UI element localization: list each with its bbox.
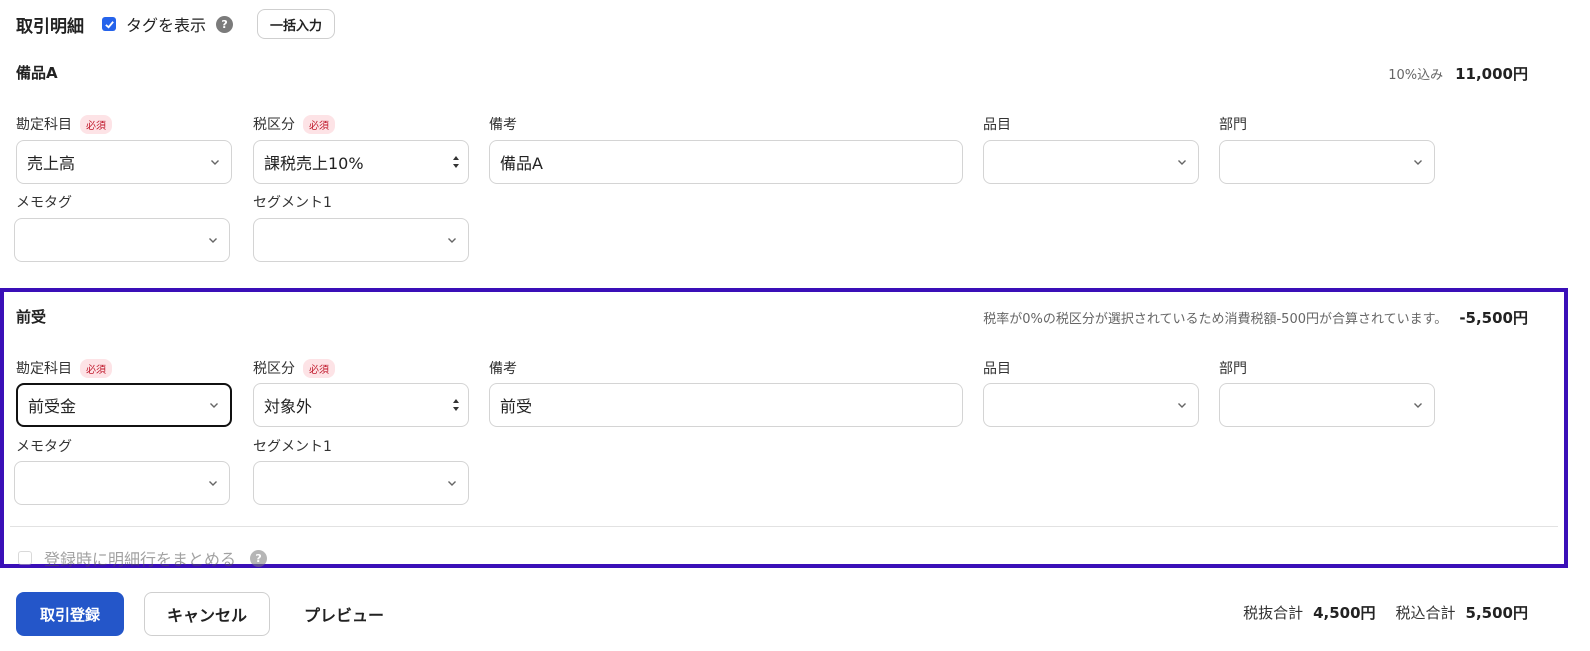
- amount-note: 税率が0%の税区分が選択されているため消費税額-500円が合算されています。: [983, 312, 1448, 327]
- check-icon: [104, 20, 114, 29]
- segment-label: セグメント1: [253, 439, 332, 455]
- account-label: 勘定科目 必須: [16, 114, 112, 134]
- dept-select[interactable]: [1219, 383, 1435, 427]
- line-item-amount: 11,000円: [1455, 65, 1528, 83]
- section-divider: [10, 526, 1558, 527]
- account-select[interactable]: 前受金: [16, 383, 232, 427]
- memo-input[interactable]: 前受: [489, 383, 963, 427]
- updown-arrows-icon: [453, 399, 459, 411]
- memo-input[interactable]: 備品A: [489, 140, 963, 184]
- line-item-title: 備品A: [16, 64, 58, 82]
- merge-lines-label: 登録時に明細行をまとめる: [44, 550, 237, 568]
- account-label: 勘定科目 必須: [16, 358, 112, 378]
- updown-arrows-icon: [453, 156, 459, 168]
- total-value: 5,500円: [1465, 604, 1528, 622]
- line-item-section-highlighted: 前受 税率が0%の税区分が選択されているため消費税額-500円が合算されています…: [0, 288, 1568, 568]
- chevron-down-icon: [209, 481, 217, 486]
- subtotal-label: 税抜合計: [1243, 604, 1304, 622]
- tax-label: 税区分 必須: [253, 358, 335, 378]
- memo-tag-label: メモタグ: [16, 439, 72, 455]
- merge-lines-checkbox[interactable]: [18, 551, 32, 565]
- show-tags-label[interactable]: タグを表示: [126, 12, 206, 36]
- memo-label: 備考: [489, 117, 517, 133]
- segment-select[interactable]: [253, 218, 469, 262]
- segment-label: セグメント1: [253, 195, 332, 211]
- chevron-down-icon: [209, 238, 217, 243]
- memo-label: 備考: [489, 361, 517, 377]
- total-label: 税込合計: [1395, 604, 1456, 622]
- line-item-title: 前受: [16, 308, 47, 326]
- memo-value: 前受: [500, 397, 533, 416]
- account-value: 売上高: [27, 154, 76, 173]
- account-select[interactable]: 売上高: [16, 140, 232, 184]
- chevron-down-icon: [448, 481, 456, 486]
- chevron-down-icon: [210, 403, 218, 408]
- register-transaction-button[interactable]: 取引登録: [16, 592, 124, 636]
- segment-select[interactable]: [253, 461, 469, 505]
- chevron-down-icon: [1414, 403, 1422, 408]
- required-badge: 必須: [303, 358, 335, 378]
- line-item-section: 備品A 10%込み 11,000円 勘定科目 必須 税区分 必須 備考 品目 部…: [0, 48, 1568, 288]
- tax-select[interactable]: 対象外: [253, 383, 469, 427]
- tax-label: 税区分 必須: [253, 114, 335, 134]
- item-select[interactable]: [983, 383, 1199, 427]
- chevron-down-icon: [1178, 160, 1186, 165]
- line-item-amount-row: 10%込み 11,000円: [1388, 63, 1528, 84]
- show-tags-checkbox[interactable]: [102, 17, 116, 31]
- cancel-button[interactable]: キャンセル: [144, 592, 270, 636]
- help-icon[interactable]: ?: [250, 549, 268, 567]
- tax-value: 対象外: [264, 397, 313, 416]
- amount-note: 10%込み: [1388, 68, 1444, 83]
- chevron-down-icon: [1414, 160, 1422, 165]
- required-badge: 必須: [303, 114, 335, 134]
- memo-tag-label: メモタグ: [16, 195, 72, 211]
- dept-label: 部門: [1219, 117, 1247, 133]
- subtotal-value: 4,500円: [1313, 604, 1376, 622]
- account-value: 前受金: [28, 397, 77, 416]
- memo-tag-select[interactable]: [14, 461, 230, 505]
- merge-lines-option[interactable]: 登録時に明細行をまとめる ?: [18, 548, 268, 568]
- required-badge: 必須: [80, 358, 112, 378]
- tax-label-text: 税区分: [253, 117, 295, 133]
- tax-label-text: 税区分: [253, 361, 295, 377]
- item-label: 品目: [983, 361, 1011, 377]
- memo-value: 備品A: [500, 154, 543, 173]
- item-label: 品目: [983, 117, 1011, 133]
- chevron-down-icon: [448, 238, 456, 243]
- dept-label: 部門: [1219, 361, 1247, 377]
- chevron-down-icon: [211, 160, 219, 165]
- bulk-input-button[interactable]: 一括入力: [257, 9, 336, 39]
- line-item-amount-row: 税率が0%の税区分が選択されているため消費税額-500円が合算されています。 -…: [983, 307, 1528, 328]
- item-select[interactable]: [983, 140, 1199, 184]
- dept-select[interactable]: [1219, 140, 1435, 184]
- totals: 税抜合計 4,500円 税込合計 5,500円: [1243, 602, 1528, 623]
- account-label-text: 勘定科目: [16, 361, 72, 377]
- memo-tag-select[interactable]: [14, 218, 230, 262]
- tax-select[interactable]: 課税売上10%: [253, 140, 469, 184]
- line-item-amount: -5,500円: [1459, 309, 1528, 327]
- chevron-down-icon: [1178, 403, 1186, 408]
- help-icon[interactable]: ?: [216, 15, 234, 33]
- transaction-details-header: 取引明細 タグを表示 ? 一括入力: [16, 8, 336, 40]
- tax-value: 課税売上10%: [264, 154, 364, 173]
- account-label-text: 勘定科目: [16, 117, 72, 133]
- footer-bar: 取引登録 キャンセル プレビュー 税抜合計 4,500円 税込合計 5,500円: [0, 590, 1568, 638]
- preview-button[interactable]: プレビュー: [290, 592, 398, 636]
- page-title: 取引明細: [16, 16, 84, 37]
- required-badge: 必須: [80, 114, 112, 134]
